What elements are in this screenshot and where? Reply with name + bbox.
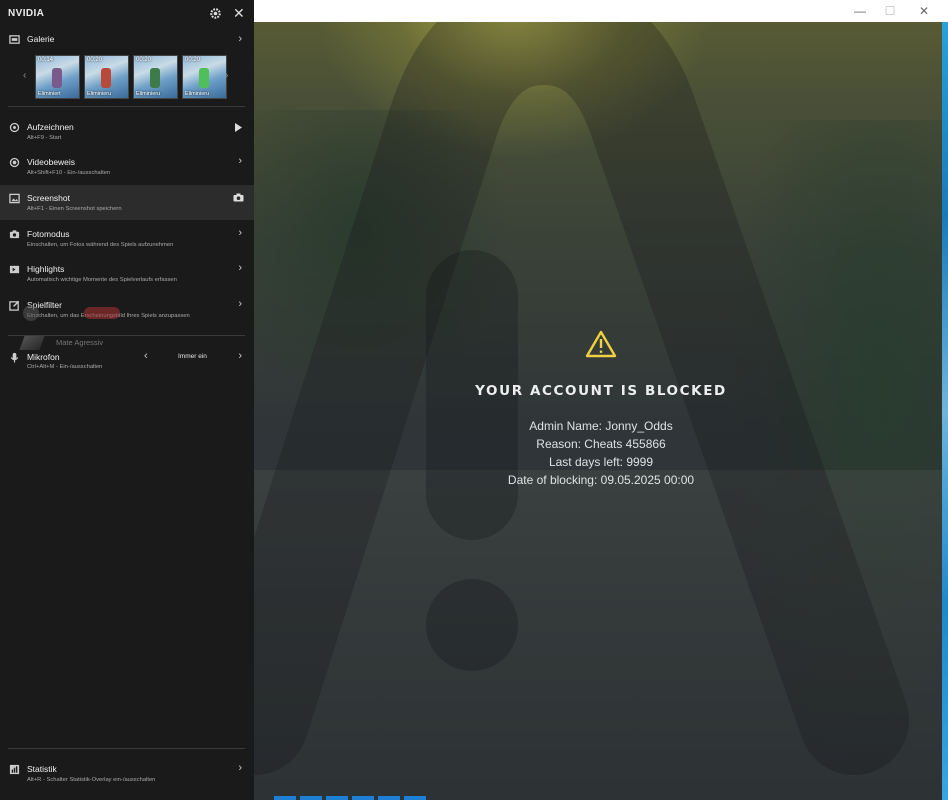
- thumb-duration: 00:20: [87, 57, 103, 63]
- chevron-right-icon: ›: [238, 227, 242, 239]
- camera-icon[interactable]: [233, 193, 244, 202]
- record-row[interactable]: Aufzeichnen Alt+F9 - Start: [0, 116, 254, 148]
- gallery-row[interactable]: Galerie ›: [0, 30, 254, 48]
- chevron-right-icon[interactable]: ›: [238, 350, 242, 362]
- divider: [8, 748, 245, 749]
- blocked-message: YOUR ACCOUNT IS BLOCKED Admin Name: Jonn…: [254, 330, 948, 489]
- taskbar-item[interactable]: [326, 796, 348, 800]
- microphone-mode-value: Immer ein: [178, 353, 207, 360]
- divider: [8, 106, 245, 107]
- gallery-thumbnail[interactable]: 00:20 Eliminieru: [182, 55, 227, 99]
- instant-replay-shortcut: Alt+Shift+F10 - Ein-/ausschalten: [27, 170, 111, 176]
- statistics-title: Statistik: [27, 764, 57, 774]
- record-icon: [9, 122, 20, 133]
- thumb-label: Eliminieru: [185, 91, 210, 97]
- taskbar-item[interactable]: [378, 796, 400, 800]
- notification-ghost: [23, 305, 120, 321]
- chevron-right-icon: ›: [238, 155, 242, 167]
- photo-mode-subtitle: Einschalten, um Fotos während des Spiels…: [27, 242, 174, 248]
- days-left: Last days left: 9999: [548, 455, 654, 469]
- chevron-right-icon[interactable]: ›: [225, 70, 228, 81]
- divider: [8, 335, 245, 336]
- camera-icon: [9, 230, 20, 239]
- photo-mode-row[interactable]: Fotomodus Einschalten, um Fotos während …: [0, 223, 254, 255]
- admin-name: Admin Name: Jonny_Odds: [529, 419, 673, 433]
- gear-icon[interactable]: [209, 7, 222, 20]
- thumb-label: Eliminiert: [38, 91, 61, 97]
- taskbar-item[interactable]: [404, 796, 426, 800]
- chevron-left-icon[interactable]: ‹: [144, 350, 148, 362]
- record-title: Aufzeichnen: [27, 122, 74, 132]
- close-icon[interactable]: ✕: [233, 6, 245, 20]
- block-date: Date of blocking: 09.05.2025 00:00: [507, 473, 695, 487]
- warning-icon: [585, 330, 617, 358]
- chevron-right-icon: ›: [238, 298, 242, 310]
- highlights-icon: [9, 265, 20, 274]
- taskbar-item[interactable]: [352, 796, 374, 800]
- screenshot-title: Screenshot: [27, 193, 70, 203]
- replay-icon: [9, 157, 20, 168]
- taskbar-item[interactable]: [274, 796, 296, 800]
- taskbar-strip: [274, 796, 434, 800]
- thumb-duration: 00:20: [185, 57, 201, 63]
- blocked-title: YOUR ACCOUNT IS BLOCKED: [475, 383, 727, 399]
- game-window: — ☐ ✕ YOUR ACCOUNT IS BLOCKED Admin Name…: [254, 0, 948, 800]
- instant-replay-row[interactable]: Videobeweis Alt+Shift+F10 - Ein-/ausscha…: [0, 151, 254, 183]
- nvidia-overlay-panel: NVIDIA ✕ Galerie › ‹ 00:14 Eliminiert 00…: [0, 0, 254, 800]
- chevron-right-icon: ›: [238, 262, 242, 274]
- statistics-shortcut: Alt+R - Schalter Statistik-Overlay ein-/…: [27, 777, 156, 783]
- chevron-right-icon: ›: [238, 762, 242, 774]
- window-titlebar: — ☐ ✕: [254, 0, 948, 22]
- thumb-label: Eliminieru: [136, 91, 161, 97]
- record-shortcut: Alt+F9 - Start: [27, 135, 62, 141]
- image-icon: [9, 193, 20, 204]
- block-reason: Reason: Cheats 455866: [536, 437, 666, 451]
- chevron-left-icon[interactable]: ‹: [23, 70, 26, 81]
- brand-title: NVIDIA: [8, 8, 45, 19]
- close-window-button[interactable]: ✕: [912, 3, 936, 19]
- screenshot-row[interactable]: Screenshot Alt+F1 - Einen Screenshot spe…: [0, 185, 254, 220]
- maximize-button[interactable]: ☐: [878, 3, 902, 19]
- microphone-icon: [10, 352, 19, 363]
- gallery-thumbnail[interactable]: 00:20 Eliminieru: [84, 55, 129, 99]
- filter-edit-icon: [9, 300, 20, 311]
- highlights-row[interactable]: Highlights Automatisch wichtige Momente …: [0, 258, 254, 290]
- microphone-shortcut: Ctrl+Alt+M - Ein-/ausschalten: [27, 364, 103, 370]
- screenshot-shortcut: Alt+F1 - Einen Screenshot speichern: [27, 206, 122, 212]
- chevron-right-icon: ›: [238, 33, 242, 45]
- statistics-icon: [9, 764, 20, 775]
- overlay-header: NVIDIA ✕: [0, 0, 254, 28]
- statistics-row[interactable]: Statistik Alt+R - Schalter Statistik-Ove…: [0, 758, 254, 788]
- taskbar-item[interactable]: [300, 796, 322, 800]
- minimize-button[interactable]: —: [848, 3, 872, 19]
- thumb-duration: 00:20: [136, 57, 152, 63]
- highlights-subtitle: Automatisch wichtige Momente des Spielve…: [27, 277, 177, 283]
- exclamation-dot: [426, 579, 518, 671]
- photo-mode-title: Fotomodus: [27, 229, 70, 239]
- instant-replay-title: Videobeweis: [27, 157, 76, 167]
- gallery-icon: [9, 35, 20, 44]
- highlights-title: Highlights: [27, 264, 65, 274]
- thumb-label: Eliminieru: [87, 91, 112, 97]
- gallery-title: Galerie: [27, 34, 55, 44]
- microphone-row[interactable]: Mikrofon Ctrl+Alt+M - Ein-/ausschalten ‹…: [0, 346, 254, 376]
- desktop-edge: [942, 22, 948, 800]
- thumb-duration: 00:14: [38, 57, 54, 63]
- gallery-thumbnail[interactable]: 00:20 Eliminieru: [133, 55, 178, 99]
- microphone-title: Mikrofon: [27, 352, 60, 362]
- gallery-thumbnails: 00:14 Eliminiert 00:20 Eliminieru 00:20 …: [35, 55, 227, 99]
- gallery-thumbnail[interactable]: 00:14 Eliminiert: [35, 55, 80, 99]
- play-icon[interactable]: [234, 123, 242, 132]
